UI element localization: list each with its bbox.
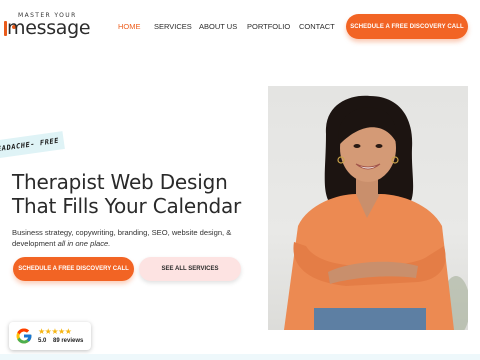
google-g-icon <box>16 328 32 344</box>
see-all-services-button[interactable]: SEE ALL SERVICES <box>139 257 241 281</box>
header-cta-button[interactable]: SCHEDULE A FREE DISCOVERY CALL <box>346 14 468 39</box>
google-reviews-badge[interactable]: ★★★★★ 5.0 89 reviews <box>9 322 91 350</box>
site-header: MASTER YOUR message HOME SERVICES ABOUT … <box>0 0 480 52</box>
nav-about-us[interactable]: ABOUT US <box>199 22 237 31</box>
rating-stars: ★★★★★ <box>38 327 72 336</box>
hero-headline: Therapist Web Design That Fills Your Cal… <box>12 170 241 218</box>
review-count: 89 reviews <box>53 338 84 344</box>
tag-text: EADACHE- FREE <box>0 136 60 154</box>
portrait-illustration <box>284 95 468 330</box>
headline-line-2: That Fills Your Calendar <box>12 194 242 218</box>
subtext-main-2: development <box>12 239 56 248</box>
subtext-main: Business strategy, copywriting, branding… <box>12 228 232 237</box>
logo-wordmark: message <box>7 17 91 39</box>
nav-services[interactable]: SERVICES <box>154 22 192 31</box>
nav-portfolio[interactable]: PORTFOLIO <box>247 22 290 31</box>
headline-line-1: Therapist Web Design <box>12 170 228 194</box>
subtext-emphasis: all in one place. <box>57 239 111 248</box>
hero-portrait-photo <box>268 86 468 330</box>
site-logo[interactable]: MASTER YOUR message <box>4 12 91 42</box>
hero-subtext: Business strategy, copywriting, branding… <box>12 227 262 249</box>
headache-free-tag: EADACHE- FREE <box>0 131 65 159</box>
nav-contact[interactable]: CONTACT <box>299 22 335 31</box>
schedule-discovery-call-button[interactable]: SCHEDULE A FREE DISCOVERY CALL <box>13 257 134 281</box>
rating-value: 5.0 <box>38 338 47 344</box>
next-section-edge <box>0 354 480 360</box>
nav-home[interactable]: HOME <box>118 22 141 31</box>
